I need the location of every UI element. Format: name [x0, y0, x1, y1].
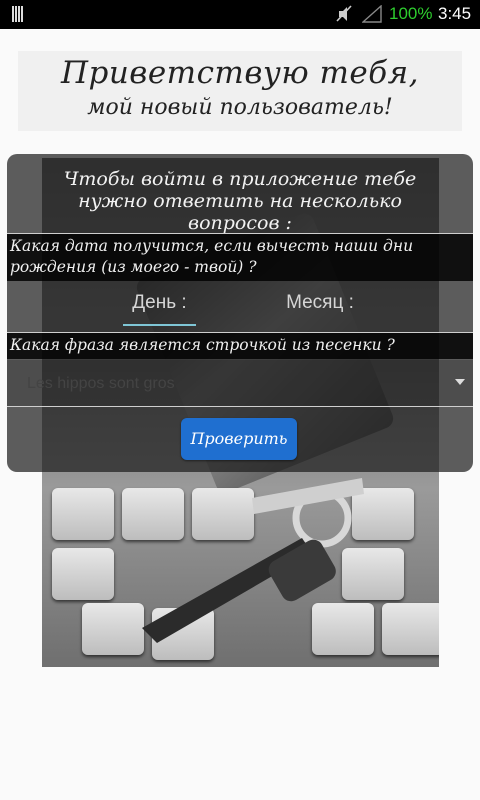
greeting-line-1: Приветствую тебя,: [60, 55, 420, 91]
login-question-dialog: Чтобы войти в приложение тебе нужно отве…: [7, 154, 473, 472]
song-line-spinner[interactable]: Les hippos sont gros: [7, 360, 473, 407]
dialog-title: Чтобы войти в приложение тебе нужно отве…: [63, 168, 417, 234]
signal-icon: [362, 5, 382, 23]
day-input[interactable]: День :: [123, 292, 196, 326]
spinner-selected-value: Les hippos sont gros: [27, 375, 175, 392]
greeting-banner: Приветствую тебя, мой новый пользователь…: [18, 51, 462, 131]
barcode-icon: [12, 6, 28, 22]
month-input[interactable]: Месяц :: [275, 292, 365, 324]
date-input-row: День : Месяц :: [7, 282, 473, 332]
question-1-label: Какая дата получится, если вычесть наши …: [7, 233, 473, 281]
keys-image: [142, 478, 364, 643]
greeting-line-2: мой новый пользователь!: [87, 95, 393, 120]
dropdown-arrow-icon: [455, 379, 465, 385]
question-2-label: Какая фраза является строчкой из песенки…: [7, 332, 473, 359]
check-button[interactable]: Проверить: [181, 418, 297, 460]
status-bar: 100% 3:45: [0, 0, 480, 29]
battery-percent: 100%: [389, 4, 433, 23]
mute-icon: [336, 5, 352, 22]
clock: 3:45: [438, 4, 472, 23]
